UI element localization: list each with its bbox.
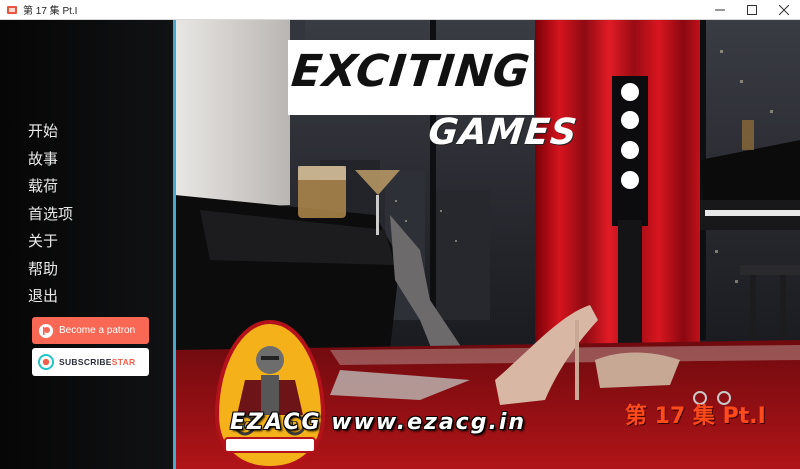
menu-item-load[interactable]: 载荷 bbox=[28, 173, 148, 201]
window-controls bbox=[704, 0, 800, 19]
logo-line1: EXCITING bbox=[289, 46, 533, 97]
menu-item-story[interactable]: 故事 bbox=[28, 146, 148, 174]
minimize-icon bbox=[715, 9, 725, 10]
patreon-icon bbox=[39, 323, 53, 338]
patreon-label: Become a patron bbox=[59, 325, 136, 336]
close-button[interactable] bbox=[768, 0, 800, 19]
watermark-text: EZACG www.ezacg.in bbox=[230, 410, 527, 435]
watermark-badge-logo: G R bbox=[215, 320, 325, 469]
minimize-button[interactable] bbox=[704, 0, 736, 19]
game-logo-exciting: EXCITING bbox=[288, 40, 534, 115]
menu-item-preferences[interactable]: 首选项 bbox=[28, 201, 148, 229]
menu-item-about[interactable]: 关于 bbox=[28, 228, 148, 256]
subscribestar-label-part2: STAR bbox=[111, 357, 136, 367]
maximize-icon bbox=[747, 4, 757, 15]
main-menu: 开始 故事 载荷 首选项 关于 帮助 退出 bbox=[28, 118, 148, 311]
patreon-button[interactable]: Become a patron bbox=[32, 317, 149, 344]
close-icon bbox=[779, 4, 789, 15]
menu-item-start[interactable]: 开始 bbox=[28, 118, 148, 146]
maximize-button[interactable] bbox=[736, 0, 768, 19]
app-icon bbox=[7, 5, 17, 14]
menu-item-quit[interactable]: 退出 bbox=[28, 283, 148, 311]
game-main-menu: 开始 故事 载荷 首选项 关于 帮助 退出 Become a patron SU… bbox=[0, 20, 800, 469]
episode-label: 第 17 集 Pt.I bbox=[625, 404, 766, 429]
subscribestar-button[interactable]: SUBSCRIBE STAR bbox=[32, 348, 149, 376]
subscribestar-icon bbox=[38, 354, 54, 370]
menu-item-help[interactable]: 帮助 bbox=[28, 256, 148, 284]
window-title: 第 17 集 Pt.I bbox=[23, 6, 78, 17]
window-titlebar: 第 17 集 Pt.I bbox=[0, 0, 800, 20]
subscribestar-label-part1: SUBSCRIBE bbox=[59, 357, 112, 367]
logo-line2: GAMES bbox=[426, 112, 580, 153]
